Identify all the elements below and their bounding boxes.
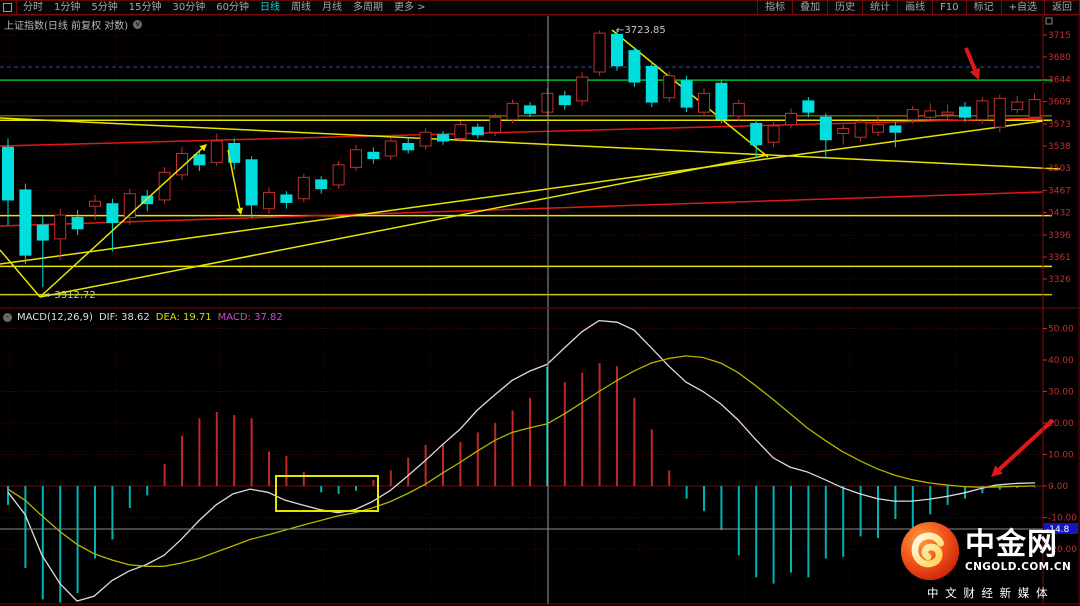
svg-text:3432: 3432 — [1048, 208, 1071, 218]
toolbar-button-5[interactable]: F10 — [932, 1, 965, 14]
svg-text:3680: 3680 — [1048, 53, 1071, 63]
svg-text:3715: 3715 — [1048, 31, 1071, 41]
period-tab-10[interactable]: 更多 > — [394, 2, 426, 13]
dif-line — [8, 321, 1035, 601]
toolbar-separator — [16, 1, 17, 14]
macd-params-label: MACD(12,26,9) — [17, 312, 93, 323]
svg-text:3396: 3396 — [1048, 231, 1071, 241]
svg-text:3573: 3573 — [1048, 120, 1071, 130]
period-tab-3[interactable]: 15分钟 — [129, 2, 162, 13]
toolbar: 分时 1分钟 5分钟 15分钟 30分钟 60分钟日线周线月线多周期更多 > 指标叠加历史… — [0, 0, 1080, 15]
svg-text:40.00: 40.00 — [1048, 356, 1074, 366]
crosshair — [0, 16, 1043, 604]
period-tab-7[interactable]: 周线 — [291, 2, 311, 13]
toolbar-button-6[interactable]: 标记 — [966, 1, 1001, 14]
dif-value-label: DIF: 38.62 — [99, 312, 150, 323]
period-tab-0[interactable]: 分时 — [23, 2, 43, 13]
toolbar-button-2[interactable]: 历史 — [827, 1, 862, 14]
toolbar-button-8[interactable]: 返回 — [1044, 1, 1080, 14]
svg-text:3326: 3326 — [1048, 275, 1071, 285]
svg-text:10.00: 10.00 — [1048, 451, 1074, 461]
low-price-label: ←3312.72 — [46, 290, 96, 301]
toolbar-periods: 分时 1分钟 5分钟 15分钟 30分钟 60分钟日线周线月线多周期更多 > — [0, 1, 437, 14]
dea-line — [8, 356, 1035, 566]
period-tab-2[interactable]: 5分钟 — [91, 2, 117, 13]
chart-title-row[interactable]: 上证指数(日线 前复权 对数) v — [4, 17, 142, 32]
period-tab-5[interactable]: 60分钟 — [216, 2, 249, 13]
svg-text:3503: 3503 — [1048, 164, 1071, 174]
macd-value-label: MACD: 37.82 — [218, 312, 283, 323]
svg-text:30.00: 30.00 — [1048, 388, 1074, 398]
cngold-logo-icon — [899, 520, 961, 582]
watermark-tagline: 中 文 财 经 新 媒 体 — [899, 585, 1077, 601]
period-tab-6[interactable]: 日线 — [260, 2, 280, 13]
svg-text:3609: 3609 — [1048, 97, 1071, 107]
candlestick-layer — [3, 29, 1041, 287]
svg-text:0.00: 0.00 — [1048, 482, 1068, 492]
watermark-name: 中金网 — [965, 529, 1071, 561]
toolbar-button-0[interactable]: 指标 — [757, 1, 792, 14]
chevron-down-icon[interactable]: v — [133, 20, 142, 29]
collapse-icon[interactable]: - — [3, 313, 12, 322]
svg-text:20.00: 20.00 — [1048, 419, 1074, 429]
watermark: 中金网 CNGOLD.COM.CN 中 文 财 经 新 媒 体 — [899, 520, 1077, 601]
macd-label-row: - MACD(12,26,9) DIF: 38.62 DEA: 19.71 MA… — [3, 312, 289, 323]
peak-price-label: ←3723.85 — [616, 25, 666, 36]
chart-title: 上证指数(日线 前复权 对数) — [4, 17, 128, 32]
period-tab-9[interactable]: 多周期 — [353, 2, 383, 13]
layout-grid-icon[interactable] — [3, 3, 12, 12]
svg-text:3361: 3361 — [1048, 253, 1071, 263]
period-tab-1[interactable]: 1分钟 — [54, 2, 80, 13]
toolbar-button-1[interactable]: 叠加 — [792, 1, 827, 14]
svg-text:3644: 3644 — [1048, 76, 1071, 86]
axis-layer: 3715 3680 3644 3609 3573 3538 3503 3467 3432 3396… — [0, 0, 1080, 606]
dea-value-label: DEA: 19.71 — [156, 312, 212, 323]
svg-text:50.00: 50.00 — [1048, 325, 1074, 335]
toolbar-button-3[interactable]: 统计 — [862, 1, 897, 14]
toolbar-button-4[interactable]: 画线 — [897, 1, 932, 14]
chart-canvas[interactable]: 3715 3680 3644 3609 3573 3538 3503 3467 3432 3396… — [0, 0, 1080, 606]
svg-text:3467: 3467 — [1048, 187, 1071, 197]
watermark-domain: CNGOLD.COM.CN — [965, 561, 1071, 573]
trading-terminal: 分时 1分钟 5分钟 15分钟 30分钟 60分钟日线周线月线多周期更多 > 指标叠加历史… — [0, 0, 1080, 606]
period-tab-8[interactable]: 月线 — [322, 2, 342, 13]
svg-text:3538: 3538 — [1048, 142, 1071, 152]
toolbar-button-7[interactable]: +自选 — [1001, 1, 1044, 14]
grid-layer — [0, 16, 1043, 604]
period-tab-4[interactable]: 30分钟 — [172, 2, 205, 13]
toolbar-tools: 指标叠加历史统计画线F10标记+自选返回 — [757, 1, 1080, 14]
